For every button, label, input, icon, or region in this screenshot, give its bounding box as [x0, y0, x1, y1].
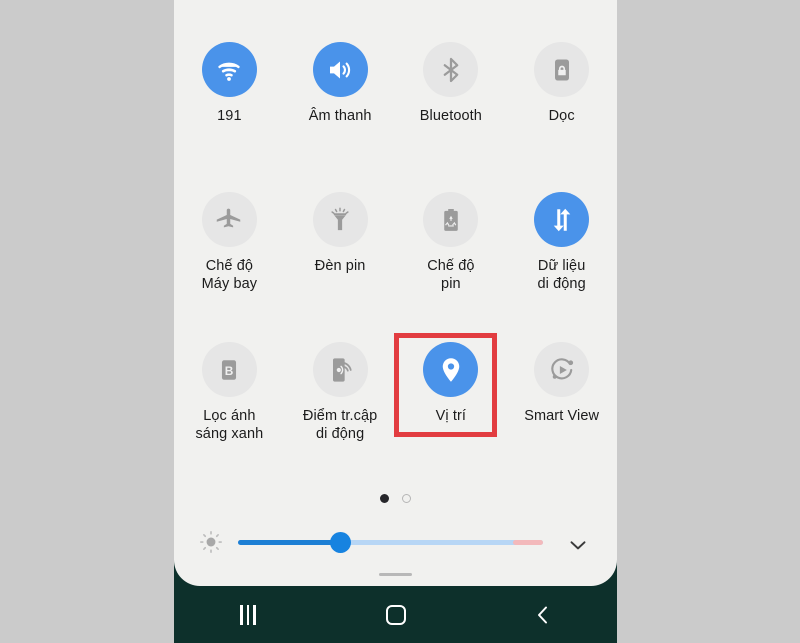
- tile-mobile-hotspot-label: Điểm tr.cập di động: [302, 408, 378, 442]
- tile-wifi[interactable]: 191: [174, 26, 285, 176]
- svg-text:B: B: [225, 363, 234, 377]
- tile-wifi-label: 191: [217, 108, 242, 124]
- tile-mobile-data[interactable]: Dữ liệu di động: [506, 176, 617, 326]
- flashlight-icon: [331, 207, 349, 230]
- tile-location-label: Vị trí: [435, 408, 467, 424]
- tile-power-saving-label: Chế độ pin: [427, 258, 475, 292]
- tile-flashlight-label: Đèn pin: [314, 258, 366, 274]
- nav-recents-button[interactable]: [174, 586, 322, 643]
- tile-flashlight-circle: [312, 192, 368, 247]
- tile-rotation-lock-label: Dọc: [548, 108, 575, 124]
- page-dot-active[interactable]: [380, 494, 389, 503]
- tile-smart-view-label: Smart View: [524, 408, 600, 424]
- location-pin-icon: [442, 357, 460, 382]
- brightness-track-high-range: [513, 540, 543, 545]
- blue-light-filter-icon: B: [222, 359, 237, 380]
- brightness-slider[interactable]: [238, 532, 543, 553]
- tile-rotation-lock[interactable]: Dọc: [506, 26, 617, 176]
- tile-mobile-hotspot-circle: [312, 342, 368, 397]
- tile-location-circle: [423, 342, 479, 397]
- nav-back-button[interactable]: [469, 586, 617, 643]
- tile-airplane-mode[interactable]: Chế độ Máy bay: [174, 176, 285, 326]
- screenshot-canvas: 191 Âm thanh Bluetooth Dọc Chế độ Máy ba…: [0, 0, 800, 643]
- back-icon: [538, 606, 548, 623]
- tile-wifi-circle: [201, 42, 257, 97]
- airplane-icon: [217, 208, 241, 227]
- mobile-data-icon: [553, 208, 570, 231]
- expand-quick-settings-button[interactable]: [565, 532, 591, 563]
- recents-icon: [239, 604, 256, 625]
- tile-mobile-data-circle: [534, 192, 590, 247]
- sound-icon: [330, 61, 351, 78]
- brightness-icon-wrap: [198, 529, 224, 560]
- home-icon: [385, 604, 406, 625]
- brightness-icon: [200, 531, 222, 553]
- quick-settings-panel: 191 Âm thanh Bluetooth Dọc Chế độ Máy ba…: [174, 0, 617, 586]
- battery-saver-icon: [444, 208, 458, 231]
- tile-bluetooth-circle: [423, 42, 479, 97]
- tile-power-saving-circle: [423, 192, 479, 247]
- nav-home-button[interactable]: [322, 586, 470, 643]
- tile-blue-light-filter-circle: B: [201, 342, 257, 397]
- tile-power-saving[interactable]: Chế độ pin: [396, 176, 507, 326]
- quick-settings-tile-grid: 191 Âm thanh Bluetooth Dọc Chế độ Máy ba…: [174, 26, 617, 476]
- tile-rotation-lock-circle: [534, 42, 590, 97]
- tile-sound[interactable]: Âm thanh: [285, 26, 396, 176]
- tile-smart-view-circle: [534, 342, 590, 397]
- brightness-track-fill: [238, 540, 341, 545]
- tile-bluetooth[interactable]: Bluetooth: [396, 26, 507, 176]
- tile-sound-circle: [312, 42, 368, 97]
- rotation-lock-icon: [554, 59, 569, 80]
- tile-flashlight[interactable]: Đèn pin: [285, 176, 396, 326]
- navigation-bar: [174, 586, 617, 643]
- page-indicator: [174, 494, 617, 503]
- brightness-row: [174, 526, 617, 562]
- mobile-hotspot-icon: [333, 357, 352, 382]
- tile-mobile-hotspot[interactable]: Điểm tr.cập di động: [285, 326, 396, 476]
- tile-location[interactable]: Vị trí: [396, 326, 507, 476]
- tile-row: B Lọc ánh sáng xanh Điểm tr.cập di động …: [174, 326, 617, 476]
- tile-airplane-mode-label: Chế độ Máy bay: [201, 258, 258, 292]
- tile-airplane-mode-circle: [201, 192, 257, 247]
- bluetooth-icon: [443, 57, 459, 82]
- tile-row: Chế độ Máy bay Đèn pin Chế độ pin Dữ liệ…: [174, 176, 617, 326]
- tile-smart-view[interactable]: Smart View: [506, 326, 617, 476]
- chevron-down-icon: [570, 541, 586, 550]
- wifi-icon: [218, 62, 240, 81]
- page-dot-inactive[interactable]: [402, 494, 411, 503]
- tile-sound-label: Âm thanh: [308, 108, 372, 124]
- smart-view-icon: [550, 357, 573, 379]
- phone-device: 191 Âm thanh Bluetooth Dọc Chế độ Máy ba…: [174, 0, 617, 643]
- brightness-slider-thumb[interactable]: [330, 532, 351, 553]
- tile-bluetooth-label: Bluetooth: [419, 108, 482, 124]
- tile-row: 191 Âm thanh Bluetooth Dọc: [174, 26, 617, 176]
- tile-blue-light-filter[interactable]: B Lọc ánh sáng xanh: [174, 326, 285, 476]
- panel-drag-handle[interactable]: [379, 573, 412, 576]
- tile-blue-light-filter-label: Lọc ánh sáng xanh: [195, 408, 264, 442]
- tile-mobile-data-label: Dữ liệu di động: [537, 258, 586, 292]
